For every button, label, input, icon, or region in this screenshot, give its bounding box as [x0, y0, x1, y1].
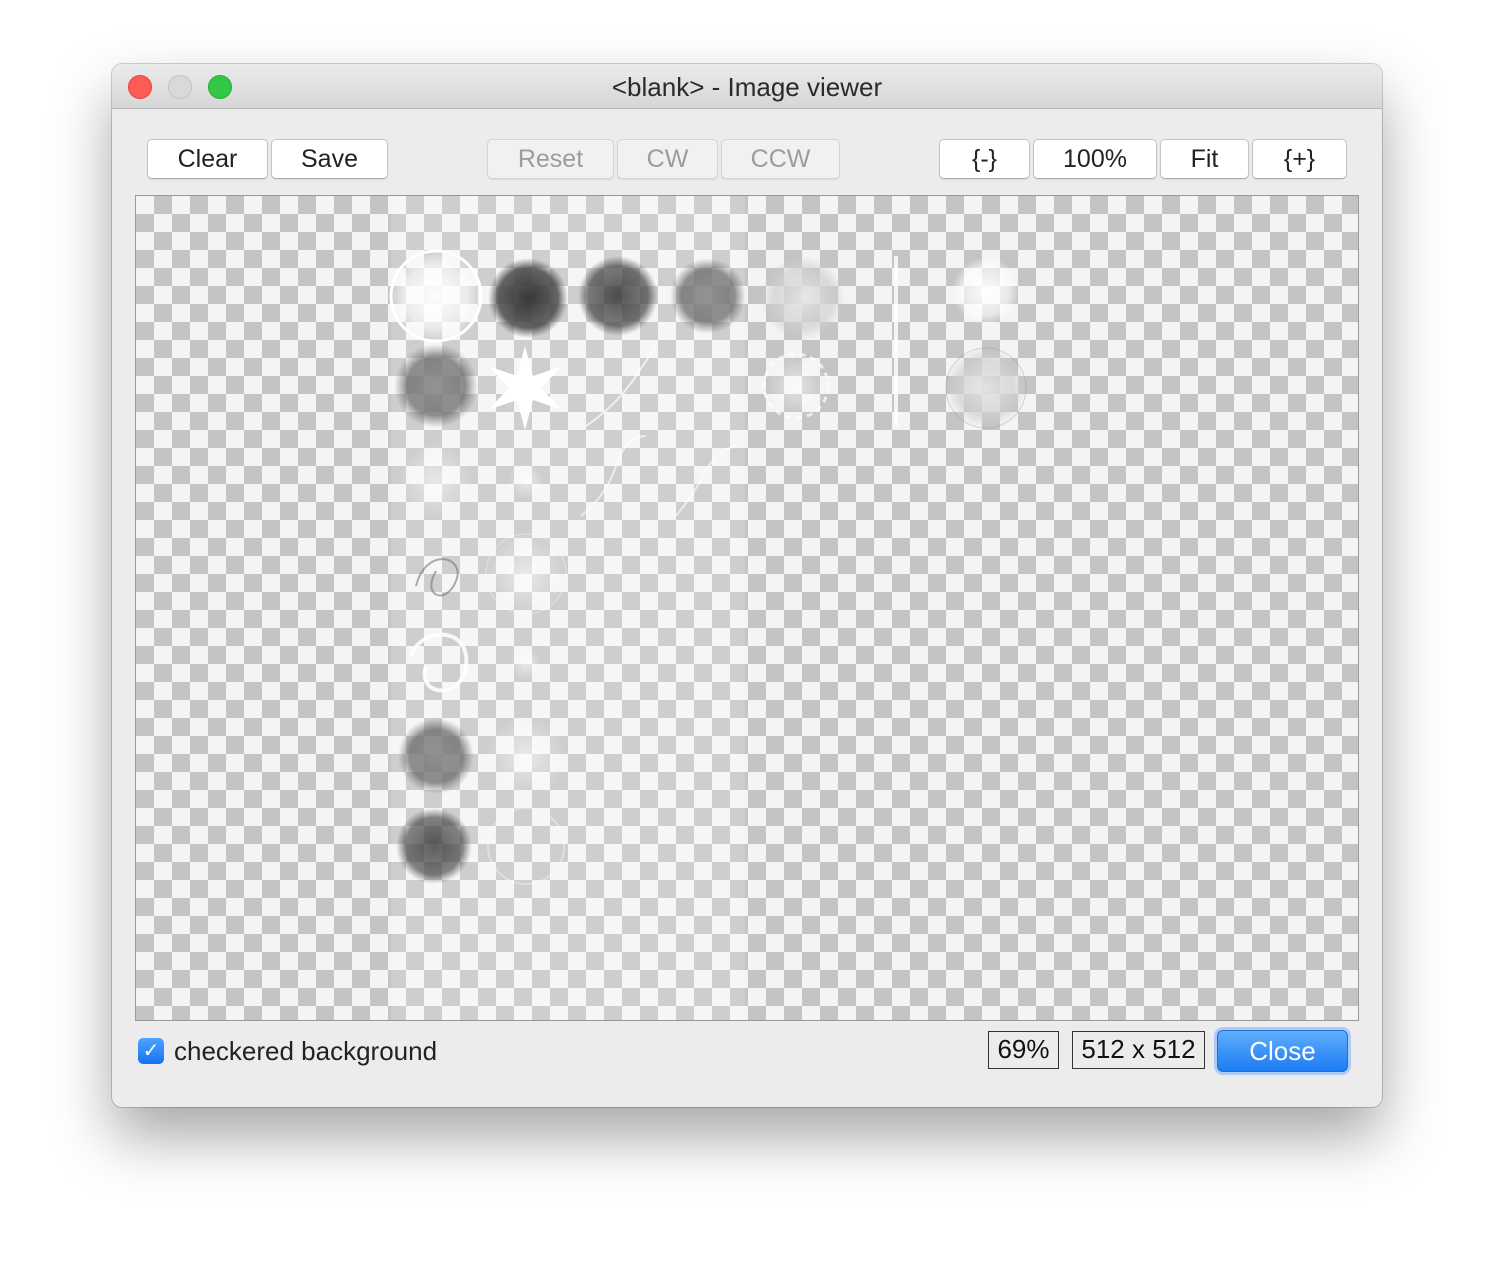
sprite-bubble [485, 533, 567, 615]
sprite-explosion [394, 344, 478, 428]
zoom-readout: 69% [988, 1031, 1059, 1069]
zoom-out-button[interactable]: {-} [939, 139, 1030, 179]
sprite-smoke-puff [396, 808, 472, 884]
checkered-background-label[interactable]: checkered background [174, 1034, 437, 1068]
fit-button[interactable]: Fit [1160, 139, 1249, 179]
rotate-ccw-button[interactable]: CCW [721, 139, 840, 179]
save-button[interactable]: Save [271, 139, 388, 179]
image-canvas[interactable] [135, 195, 1359, 1021]
image-viewer-window: <blank> - Image viewer Clear Save Reset … [112, 64, 1382, 1107]
sprite-glow-ring [389, 249, 483, 343]
clear-button[interactable]: Clear [147, 139, 268, 179]
sprite-beam [894, 256, 898, 426]
reset-button[interactable]: Reset [487, 139, 614, 179]
sprite-burst-dark [398, 718, 474, 794]
image-size-readout: 512 x 512 [1072, 1031, 1205, 1069]
sprite-smoke-2 [578, 256, 658, 336]
close-button[interactable]: Close [1217, 1030, 1348, 1072]
sprite-sheet-image [389, 196, 1027, 1020]
sprite-spark-ring [762, 352, 830, 420]
rotate-cw-button[interactable]: CW [617, 139, 718, 179]
title-bar[interactable]: <blank> - Image viewer [112, 64, 1382, 109]
sprite-cloud [761, 256, 845, 340]
sprite-dark-smoke [488, 258, 568, 338]
sprite-dot-glow [510, 648, 542, 680]
zoom-in-button[interactable]: {+} [1252, 139, 1347, 179]
sprite-haze [486, 716, 566, 796]
window-title: <blank> - Image viewer [611, 72, 883, 102]
sprite-small-glow [508, 463, 544, 499]
sprite-smoke-3 [670, 258, 746, 334]
checkered-background-checkbox[interactable]: ✓ [138, 1038, 164, 1064]
zoom-100-button[interactable]: 100% [1033, 139, 1157, 179]
sprite-flare [952, 257, 1020, 325]
sprite-soft-glow [398, 443, 474, 519]
sprite-rock [945, 347, 1027, 429]
